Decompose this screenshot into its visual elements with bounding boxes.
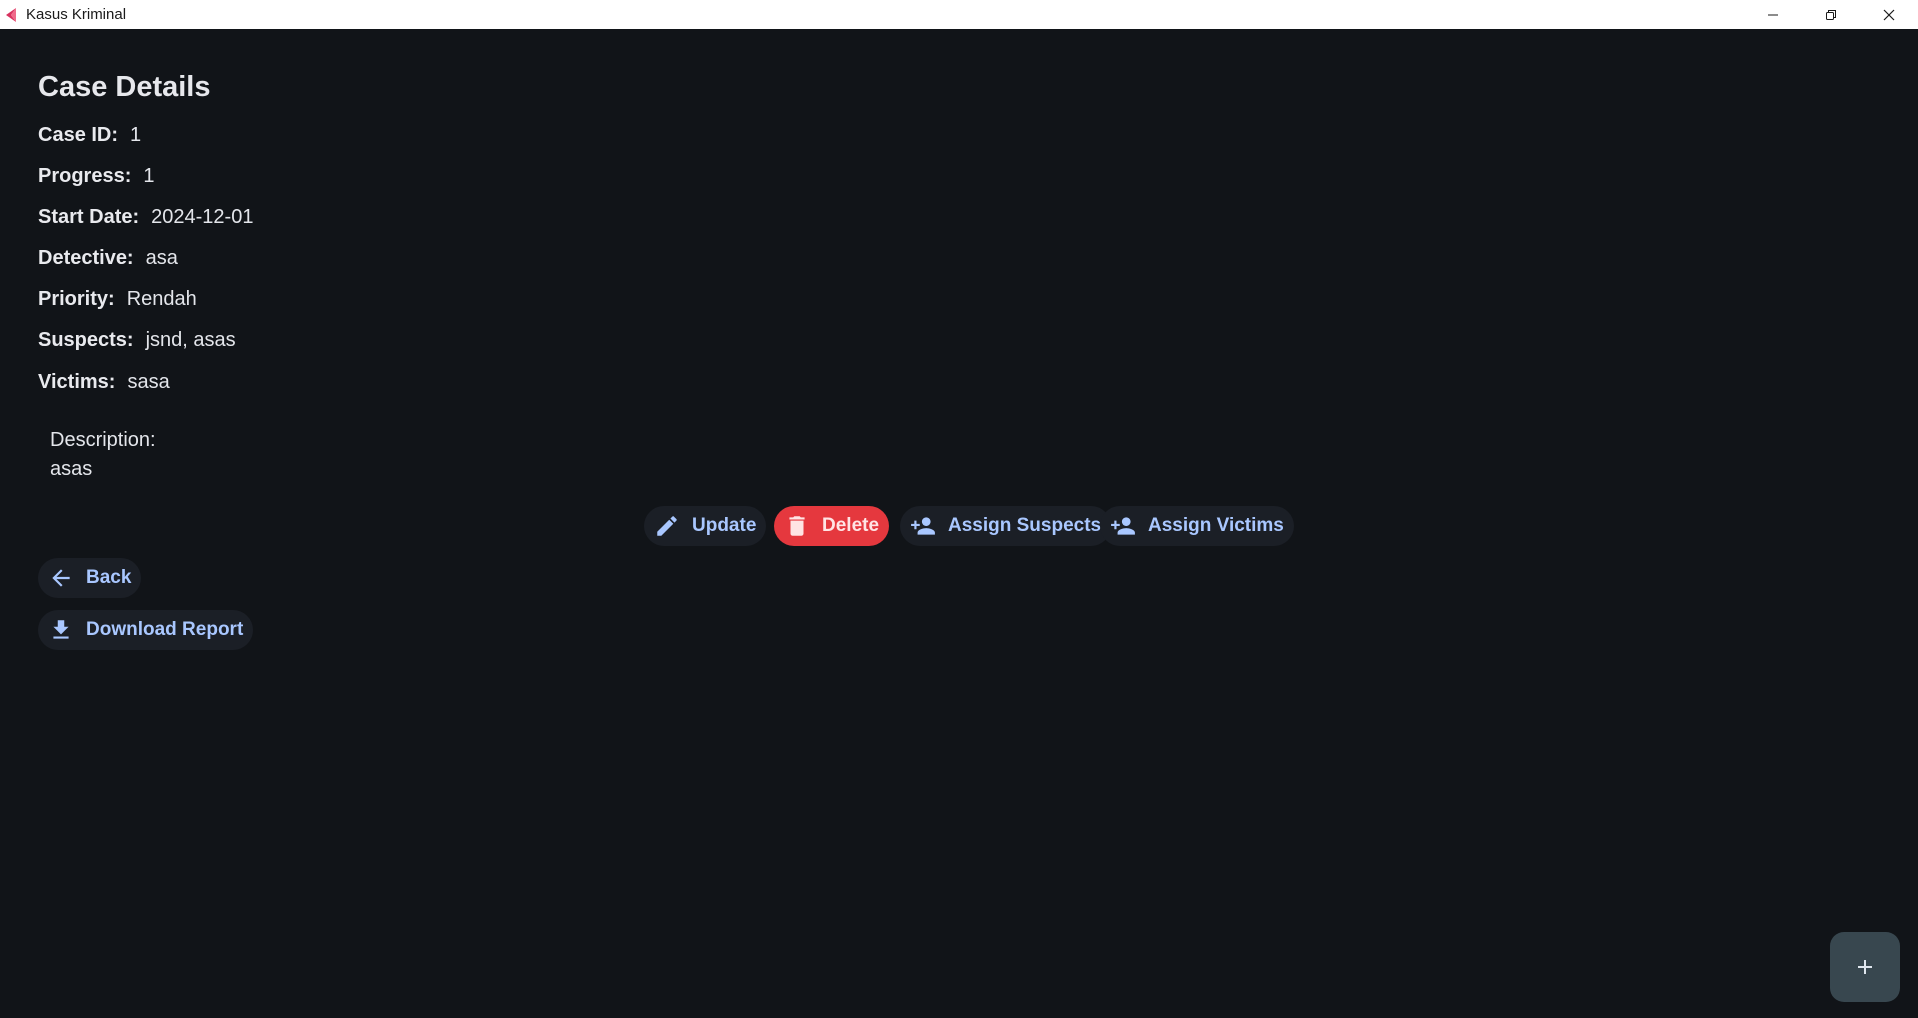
priority-label: Priority: <box>38 288 115 310</box>
assign-suspects-label: Assign Suspects <box>948 515 1102 536</box>
start-date-row: Start Date: 2024-12-01 <box>38 206 253 229</box>
arrow-left-icon <box>52 569 70 587</box>
person-add-icon <box>1111 517 1135 535</box>
progress-label: Progress: <box>38 165 132 187</box>
detective-label: Detective: <box>38 247 134 269</box>
suspects-row: Suspects: jsnd, asas <box>38 329 236 352</box>
description-label: Description: <box>50 429 156 451</box>
window-controls <box>1744 0 1918 29</box>
add-fab-button[interactable] <box>1830 932 1900 1002</box>
pencil-icon <box>657 516 677 536</box>
priority-value: Rendah <box>126 288 197 310</box>
detective-row: Detective: asa <box>38 247 178 270</box>
plus-icon <box>1858 960 1872 974</box>
detective-value: asa <box>145 247 178 269</box>
start-date-value: 2024-12-01 <box>151 206 254 228</box>
page-title: Case Details <box>38 71 211 103</box>
case-id-row: Case ID: 1 <box>38 124 141 147</box>
assign-victims-label: Assign Victims <box>1148 515 1284 536</box>
window-title: Kasus Kriminal <box>26 6 127 23</box>
download-label: Download Report <box>86 619 244 640</box>
delete-label: Delete <box>822 515 880 536</box>
progress-value: 1 <box>143 165 155 187</box>
minimize-button[interactable] <box>1744 0 1802 29</box>
person-add-icon <box>911 517 935 535</box>
app-logo-icon <box>0 0 20 29</box>
suspects-value: jsnd, asas <box>145 329 236 351</box>
suspects-label: Suspects: <box>38 329 134 351</box>
description-value: asas <box>50 458 93 480</box>
case-id-label: Case ID: <box>38 124 119 146</box>
assign-victims-button[interactable]: Assign Victims <box>1100 506 1294 546</box>
back-label: Back <box>86 567 132 588</box>
priority-row: Priority: Rendah <box>38 288 197 311</box>
update-label: Update <box>692 515 757 536</box>
download-report-button[interactable]: Download Report <box>38 610 254 650</box>
description-block: Description: asas <box>50 426 156 484</box>
close-icon <box>1883 9 1895 20</box>
start-date-label: Start Date: <box>38 206 140 228</box>
case-id-value: 1 <box>130 124 142 146</box>
minimize-icon <box>1768 14 1778 15</box>
trash-icon <box>789 516 805 536</box>
back-button[interactable]: Back <box>38 558 142 598</box>
close-button[interactable] <box>1860 0 1918 29</box>
main-content: Case Details Case ID: 1 Progress: 1 Star… <box>0 29 1918 1018</box>
delete-button[interactable]: Delete <box>774 506 890 546</box>
window-titlebar: Kasus Kriminal <box>0 0 1918 29</box>
victims-row: Victims: sasa <box>38 371 170 394</box>
victims-value: sasa <box>127 371 170 393</box>
update-button[interactable]: Update <box>644 506 767 546</box>
restore-button[interactable] <box>1802 0 1860 29</box>
assign-suspects-button[interactable]: Assign Suspects <box>900 506 1112 546</box>
progress-row: Progress: 1 <box>38 165 155 188</box>
victims-label: Victims: <box>38 371 116 393</box>
download-icon <box>53 620 69 639</box>
restore-icon <box>1826 9 1836 20</box>
